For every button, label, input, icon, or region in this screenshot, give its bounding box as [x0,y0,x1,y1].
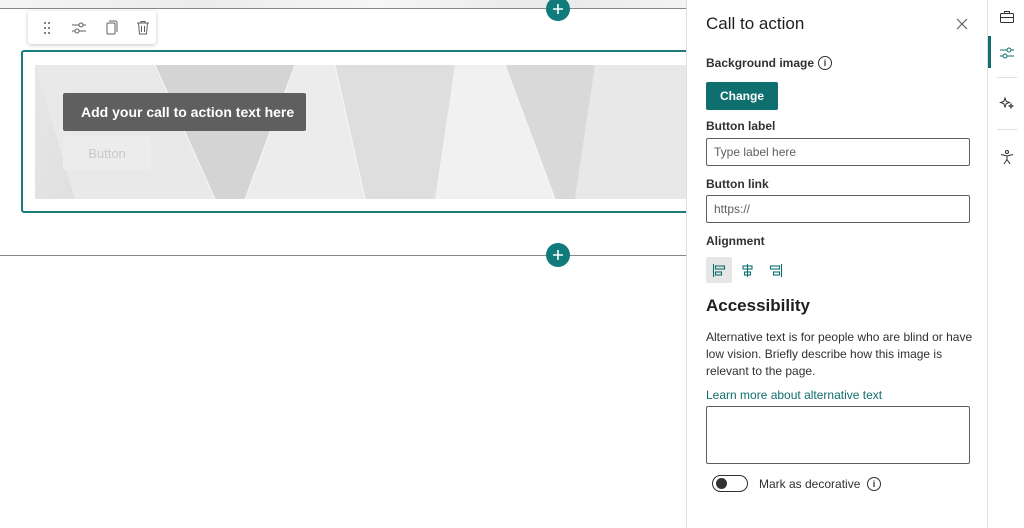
drag-handle-icon[interactable] [34,15,60,41]
properties-button[interactable] [988,36,1024,70]
plus-icon [553,250,563,260]
change-image-button[interactable]: Change [706,82,778,110]
learn-more-link[interactable]: Learn more about alternative text [706,388,882,402]
align-right-icon [769,263,782,277]
accessibility-heading: Accessibility [706,296,810,315]
align-left-button[interactable] [706,257,732,283]
alignment-group [706,257,788,283]
design-ideas-button[interactable] [988,86,1024,120]
delete-icon[interactable] [130,15,156,41]
briefcase-icon [999,11,1014,23]
button-label-label: Button label [706,119,776,133]
pane-title: Call to action [706,14,805,33]
decorative-toggle[interactable] [712,475,748,492]
app-root: Add your call to action text here Button… [0,0,1024,528]
cta-button[interactable]: Button [63,136,151,170]
section-divider-bottom [0,255,686,256]
button-link-label: Button link [706,177,769,191]
close-pane-button[interactable] [953,15,971,33]
background-image-label: Background image [706,56,815,70]
rail-separator [997,77,1017,78]
info-icon[interactable]: i [818,56,832,70]
property-pane: Call to action Background image i Change… [686,0,987,528]
alignment-label: Alignment [706,234,765,248]
align-left-icon [712,263,725,277]
toggle-knob [716,478,727,489]
align-center-icon [741,263,753,277]
align-center-button[interactable] [734,257,760,283]
design-ideas-icon [998,96,1014,110]
button-label-input[interactable]: Type label here [706,138,970,166]
rail-separator [997,129,1017,130]
architecture-pattern [35,65,686,199]
settings-sliders-icon [999,47,1014,59]
align-right-button[interactable] [762,257,788,283]
section-divider-top [0,8,686,9]
button-link-input[interactable]: https:// [706,195,970,223]
info-icon[interactable]: i [867,477,881,491]
page-canvas: Add your call to action text here Button [0,0,686,528]
accessibility-description: Alternative text is for people who are b… [706,330,973,378]
close-icon [956,18,968,30]
duplicate-icon[interactable] [98,15,124,41]
right-rail [987,0,1024,528]
alt-text-input[interactable] [706,406,970,464]
add-section-button-bottom[interactable] [546,243,570,267]
accessibility-button[interactable] [988,140,1024,174]
add-section-button-top[interactable] [546,0,570,21]
webpart-toolbar [28,11,156,44]
cta-text[interactable]: Add your call to action text here [63,93,306,131]
decorative-label: Mark as decorative [759,477,861,491]
plus-icon [553,4,563,14]
accessibility-icon [1000,150,1013,165]
cta-background-image [35,65,686,199]
toolbox-button[interactable] [988,0,1024,34]
edit-properties-icon[interactable] [66,15,92,41]
